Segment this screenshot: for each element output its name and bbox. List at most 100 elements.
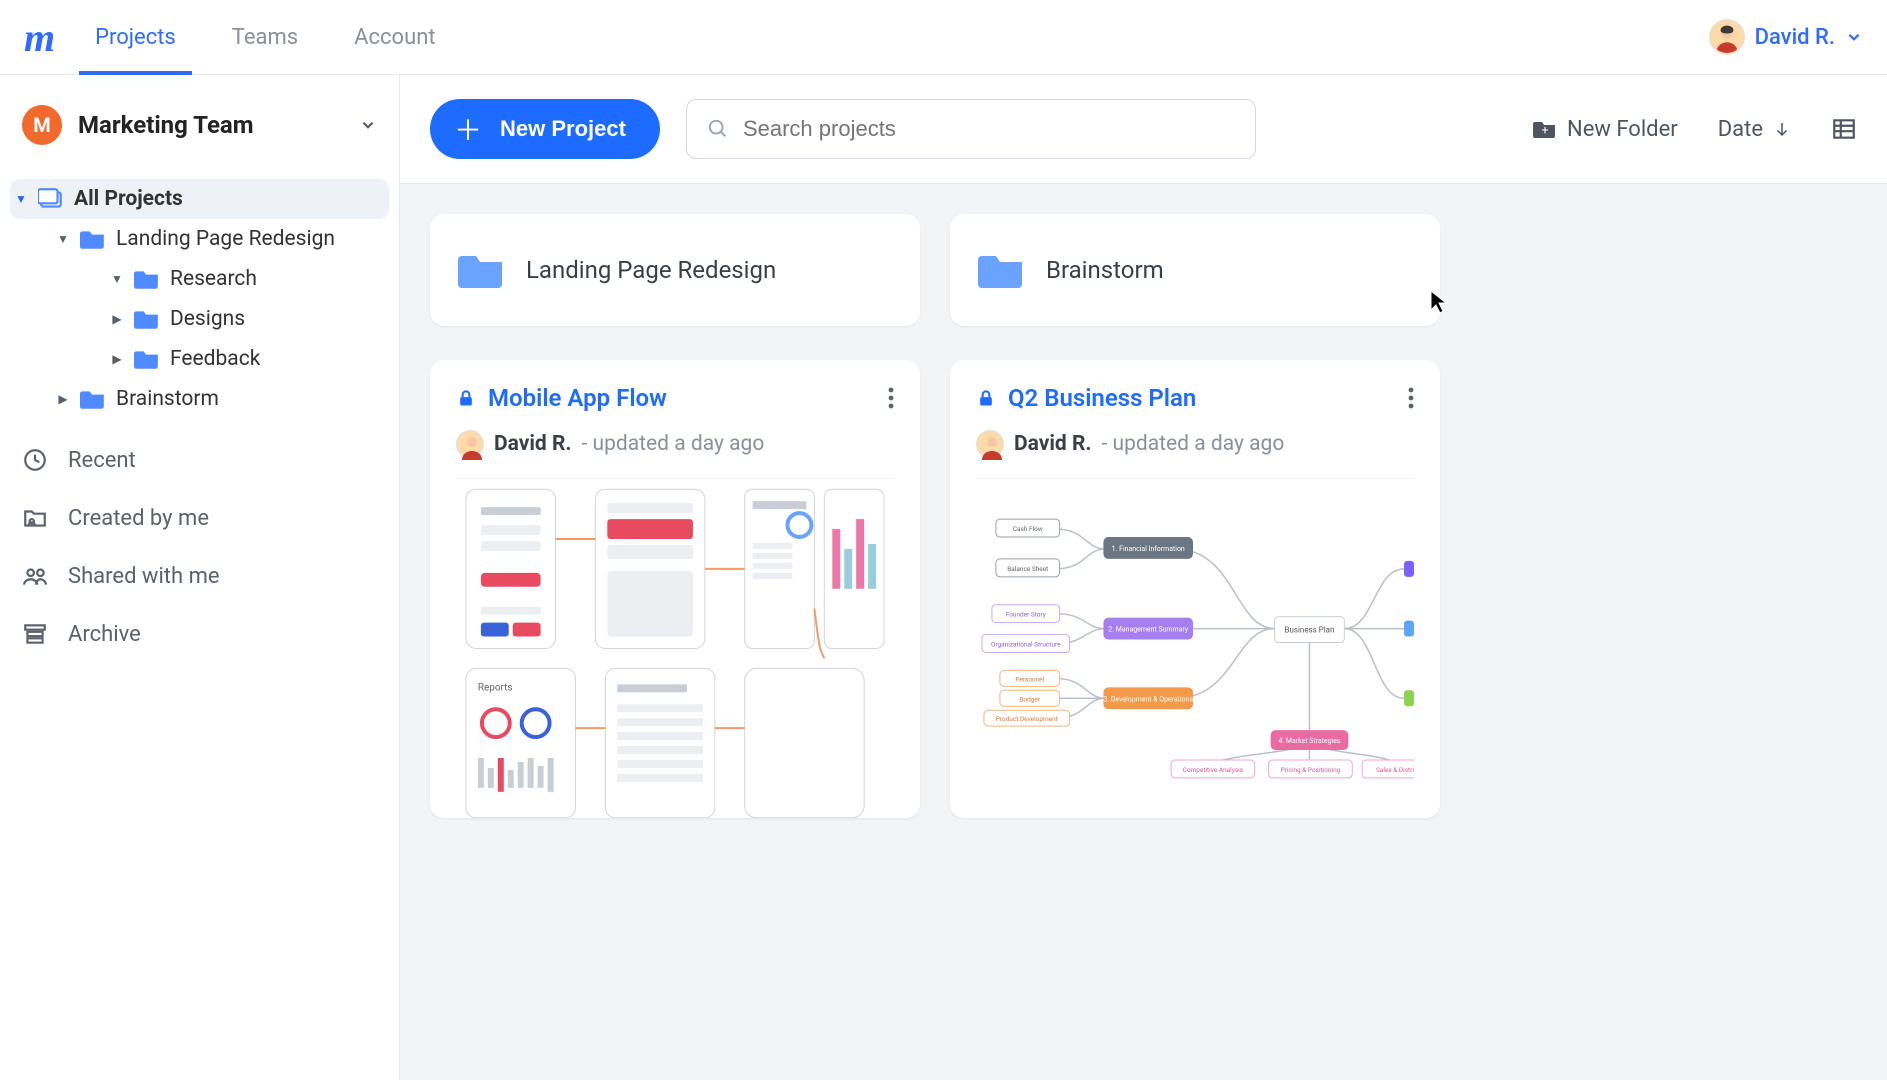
users-icon: [22, 563, 48, 589]
arrow-down-icon: [1773, 120, 1791, 138]
svg-text:Budget: Budget: [1020, 695, 1040, 703]
avatar: [1709, 19, 1745, 55]
app-logo[interactable]: m: [24, 14, 55, 61]
tree-label: Brainstorm: [116, 387, 219, 411]
svg-text:2. Management Summary: 2. Management Summary: [1108, 626, 1189, 634]
svg-text:4. Market Strategies: 4. Market Strategies: [1278, 737, 1340, 745]
svg-text:Cash Flow: Cash Flow: [1013, 525, 1043, 533]
caret-down-icon: ▼: [110, 272, 124, 286]
project-meta: - updated a day ago: [582, 432, 765, 456]
more-button[interactable]: [888, 387, 894, 409]
team-badge: M: [22, 105, 62, 145]
more-button[interactable]: [1408, 387, 1414, 409]
svg-text:Balance Sheet: Balance Sheet: [1007, 565, 1048, 573]
user-folder-icon: [22, 505, 48, 531]
nav-label: Shared with me: [68, 564, 220, 589]
sort-label: Date: [1718, 117, 1763, 142]
svg-text:Personnel: Personnel: [1015, 675, 1044, 683]
folder-plus-icon: +: [1533, 118, 1557, 140]
svg-text:Reports: Reports: [478, 682, 513, 693]
chevron-down-icon: [1845, 28, 1863, 46]
svg-text:+: +: [1542, 123, 1549, 137]
nav-shared[interactable]: Shared with me: [22, 563, 377, 589]
tree-label: Landing Page Redesign: [116, 227, 335, 251]
folder-icon: [134, 268, 160, 290]
plus-icon: ＋: [454, 109, 482, 149]
project-title: Mobile App Flow: [488, 384, 876, 412]
tree-label: Designs: [170, 307, 245, 331]
svg-text:Business Plan: Business Plan: [1285, 626, 1335, 635]
caret-down-icon: ▼: [14, 192, 28, 206]
avatar: [976, 430, 1004, 458]
search-input-wrap[interactable]: [686, 99, 1256, 159]
archive-icon: [22, 621, 48, 647]
tree-label: Feedback: [170, 347, 260, 371]
folder-card[interactable]: Landing Page Redesign: [430, 214, 920, 326]
clock-icon: [22, 447, 48, 473]
nav-archive[interactable]: Archive: [22, 621, 377, 647]
folder-icon: [458, 250, 506, 290]
folder-icon: [134, 308, 160, 330]
search-input[interactable]: [743, 116, 1235, 142]
folder-icon: [80, 388, 106, 410]
nav-recent[interactable]: Recent: [22, 447, 377, 473]
tab-account[interactable]: Account: [354, 0, 435, 74]
nav-label: Recent: [68, 448, 136, 473]
tab-projects[interactable]: Projects: [95, 0, 176, 74]
user-name: David R.: [1755, 25, 1835, 50]
lock-icon: [976, 387, 996, 409]
list-icon: [1831, 116, 1857, 142]
nav-label: Created by me: [68, 506, 209, 531]
button-label: New Project: [500, 116, 626, 142]
folder-card[interactable]: Brainstorm: [950, 214, 1440, 326]
caret-down-icon: ▼: [56, 232, 70, 246]
new-folder-button[interactable]: + New Folder: [1533, 117, 1678, 142]
folder-icon: [134, 348, 160, 370]
chevron-down-icon: [359, 116, 377, 134]
tree-item-designs[interactable]: ▶ Designs: [10, 299, 389, 339]
caret-right-icon: ▶: [110, 352, 124, 366]
projects-icon: [38, 188, 64, 210]
team-name: Marketing Team: [78, 111, 343, 139]
folder-icon: [80, 228, 106, 250]
svg-text:Pricing & Positioning: Pricing & Positioning: [1281, 766, 1341, 774]
tree-item-feedback[interactable]: ▶ Feedback: [10, 339, 389, 379]
tree-label: Research: [170, 267, 257, 291]
nav-label: Archive: [68, 622, 141, 647]
button-label: New Folder: [1567, 117, 1678, 142]
folder-name: Landing Page Redesign: [526, 256, 776, 284]
svg-text:Organizational Structure: Organizational Structure: [991, 641, 1061, 649]
tree-item-research[interactable]: ▼ Research: [10, 259, 389, 299]
project-title: Q2 Business Plan: [1008, 384, 1396, 412]
folder-name: Brainstorm: [1046, 256, 1164, 284]
project-owner: David R.: [494, 432, 572, 456]
svg-text:Product Development: Product Development: [996, 715, 1058, 723]
search-icon: [707, 118, 729, 140]
svg-text:Founder Story: Founder Story: [1006, 611, 1046, 619]
avatar: [456, 430, 484, 458]
project-card[interactable]: Mobile App Flow David R. - updated a day…: [430, 360, 920, 818]
project-thumbnail: Business Plan 1. Financial Information 2…: [976, 478, 1414, 818]
project-card[interactable]: Q2 Business Plan David R. - updated a da…: [950, 360, 1440, 818]
tree-label: All Projects: [74, 187, 183, 211]
lock-icon: [456, 387, 476, 409]
tree-all-projects[interactable]: ▼ All Projects: [10, 179, 389, 219]
project-thumbnail: Reports: [456, 478, 894, 818]
tree-item-landing[interactable]: ▼ Landing Page Redesign: [10, 219, 389, 259]
svg-text:Competitive Analysis: Competitive Analysis: [1183, 766, 1244, 774]
project-meta: - updated a day ago: [1102, 432, 1285, 456]
svg-text:1. Financial Information: 1. Financial Information: [1112, 545, 1185, 553]
svg-text:Sales & Distribution: Sales & Distribution: [1376, 766, 1414, 774]
team-switcher[interactable]: M Marketing Team: [0, 93, 399, 179]
sort-button[interactable]: Date: [1718, 117, 1791, 142]
nav-created[interactable]: Created by me: [22, 505, 377, 531]
new-project-button[interactable]: ＋ New Project: [430, 99, 660, 159]
list-view-button[interactable]: [1831, 116, 1857, 142]
tree-item-brainstorm[interactable]: ▶ Brainstorm: [10, 379, 389, 419]
user-menu[interactable]: David R.: [1709, 19, 1863, 55]
tab-teams[interactable]: Teams: [232, 0, 298, 74]
caret-right-icon: ▶: [56, 392, 70, 406]
caret-right-icon: ▶: [110, 312, 124, 326]
project-owner: David R.: [1014, 432, 1092, 456]
folder-icon: [978, 250, 1026, 290]
